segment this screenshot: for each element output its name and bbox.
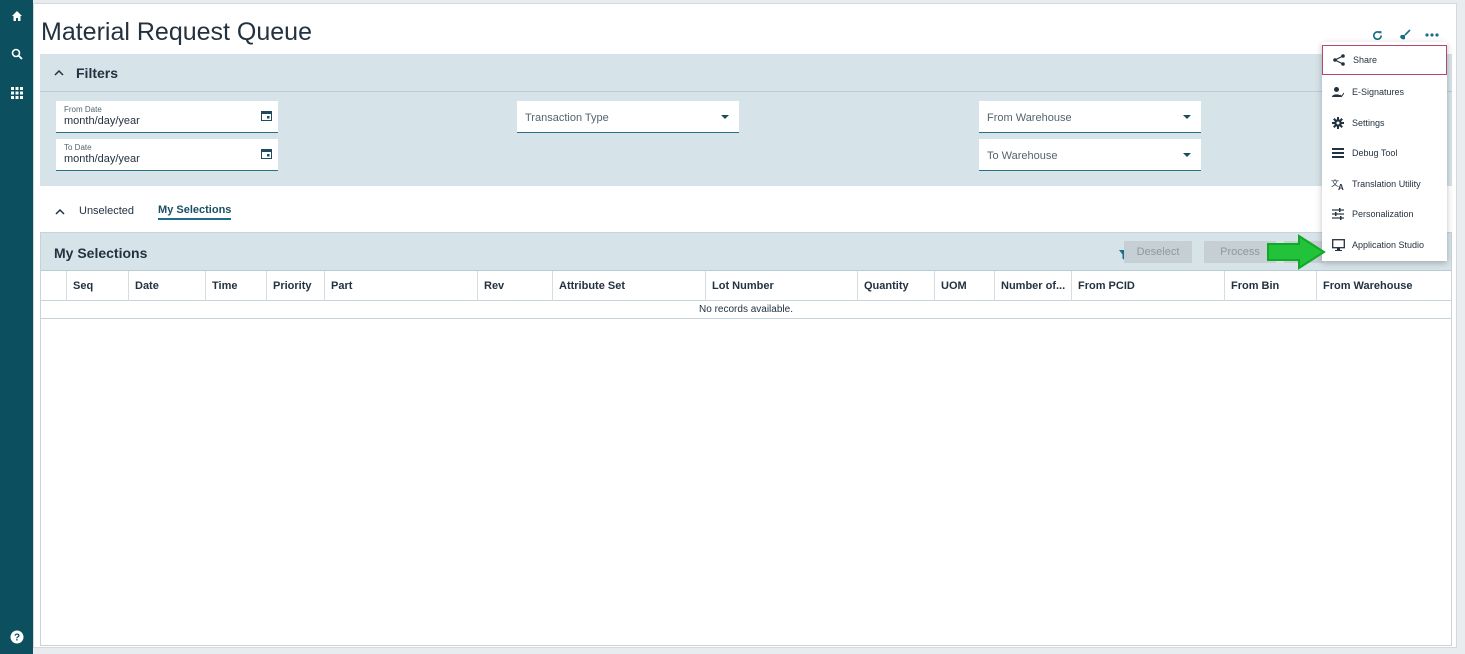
grid-column-headers: Seq Date Time Priority Part Rev Attribut… [41,271,1451,301]
tab-my-selections[interactable]: My Selections [158,204,232,220]
column-header[interactable]: Lot Number [705,271,857,301]
column-header[interactable]: Quantity [857,271,934,301]
caret-down-icon [721,115,729,119]
filters-toggle[interactable]: Filters [40,54,1452,92]
menu-item-label: Application Studio [1352,240,1425,250]
overflow-menu: Share E-Signatures Settings Debug Tool 文… [1322,42,1447,261]
translate-icon: 文A [1331,178,1344,190]
menu-item-debug-tool[interactable]: Debug Tool [1322,138,1447,168]
caret-down-icon [1183,115,1191,119]
refresh-icon [1372,30,1382,40]
deselect-button[interactable]: Deselect [1124,241,1192,263]
column-header[interactable]: From Bin [1224,271,1316,301]
to-date-field[interactable]: To Date month/day/year [56,139,278,171]
svg-text:A: A [1338,183,1344,190]
menu-item-label: Debug Tool [1352,148,1398,158]
monitor-icon [1331,239,1345,251]
from-date-field[interactable]: From Date month/day/year [56,101,278,133]
menu-item-settings[interactable]: Settings [1322,108,1447,138]
menu-item-label: Settings [1352,118,1385,128]
selections-grid: My Selections Deselect Process Tag Seq D… [40,232,1452,646]
home-button[interactable] [0,4,33,28]
menu-item-translation-utility[interactable]: 文A Translation Utility [1322,169,1447,199]
apps-button[interactable] [0,81,33,105]
home-icon [11,11,22,21]
column-header[interactable]: From PCID [1071,271,1224,301]
from-date-label: From Date [64,105,102,114]
main-panel: Material Request Queue Filters From Date… [33,3,1457,648]
column-header[interactable]: Part [324,271,477,301]
list-icon [1332,148,1344,158]
menu-item-personalization[interactable]: Personalization [1322,199,1447,229]
empty-message: No records available. [41,301,1451,319]
column-header[interactable]: Date [128,271,205,301]
nav-rail: ? [0,0,33,654]
sliders-icon [1332,208,1344,220]
from-warehouse-value: From Warehouse [987,112,1072,124]
column-header[interactable]: Rev [477,271,552,301]
grid-header: My Selections Deselect Process Tag [41,233,1451,271]
to-warehouse-select[interactable]: To Warehouse [979,139,1201,171]
column-header[interactable]: Time [205,271,266,301]
tabs-collapse-toggle[interactable] [55,209,65,215]
from-warehouse-select[interactable]: From Warehouse [979,101,1201,133]
column-header[interactable]: Number of... [994,271,1071,301]
calendar-icon[interactable] [261,148,272,159]
column-header[interactable]: Attribute Set [552,271,705,301]
menu-item-e-signatures[interactable]: E-Signatures [1322,77,1447,107]
page-title: Material Request Queue [41,18,312,46]
brush-icon [1400,29,1411,40]
column-header[interactable]: UOM [934,271,994,301]
help-button[interactable]: ? [0,625,33,649]
to-date-value: month/day/year [64,153,140,165]
to-date-label: To Date [64,143,92,152]
grid-icon [10,87,23,99]
from-date-value: month/day/year [64,115,140,127]
column-header[interactable]: From Warehouse [1316,271,1451,301]
more-icon [1425,33,1439,37]
menu-item-share[interactable]: Share [1322,45,1447,75]
chevron-up-icon [55,209,65,215]
filters-panel: Filters From Date month/day/year To Date… [40,54,1452,186]
caret-down-icon [1183,153,1191,157]
column-header[interactable]: Priority [266,271,324,301]
grid-title: My Selections [54,245,148,261]
column-header[interactable]: Seq [66,271,128,301]
share-icon [1333,54,1345,66]
menu-item-application-studio[interactable]: Application Studio [1322,230,1447,260]
menu-item-label: E-Signatures [1352,87,1405,97]
transaction-type-value: Transaction Type [525,112,609,124]
menu-item-label: Personalization [1352,209,1414,219]
to-warehouse-value: To Warehouse [987,150,1058,162]
selection-tabs: Unselected My Selections [40,200,232,224]
svg-text:?: ? [13,633,19,644]
search-button[interactable] [0,42,33,66]
chevron-up-icon [54,69,64,76]
transaction-type-select[interactable]: Transaction Type [517,101,739,133]
menu-item-label: Translation Utility [1352,179,1421,189]
column-header-select[interactable] [41,271,66,301]
tab-unselected[interactable]: Unselected [79,205,134,219]
gear-icon [1332,117,1344,129]
annotation-arrow-icon [1267,234,1326,270]
signature-icon [1332,87,1344,98]
menu-item-label: Share [1353,55,1378,65]
help-icon: ? [10,630,23,644]
search-icon [11,48,23,60]
calendar-icon[interactable] [261,110,272,121]
filters-label: Filters [76,64,119,81]
